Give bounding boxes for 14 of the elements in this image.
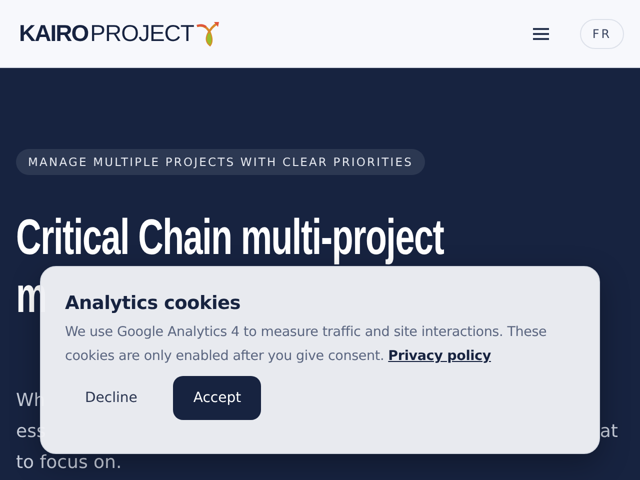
logo-icon	[196, 20, 220, 46]
logo-text[interactable]: PROJECT	[90, 20, 194, 47]
logo-text[interactable]: KAIRO	[19, 20, 88, 47]
privacy-link[interactable]: Privacy policy	[388, 348, 491, 364]
dialog-title: Analytics cookies	[65, 293, 242, 314]
menu-icon[interactable]	[533, 26, 549, 40]
language-button[interactable]: FR	[580, 18, 624, 48]
hero-text: at	[600, 420, 618, 444]
tagline-badge: MANAGE MULTIPLE PROJECTS WITH CLEAR PRIORITIES	[16, 149, 426, 175]
decline-button[interactable]: Decline	[65, 376, 158, 420]
hero-title: Critical Chain multi-project	[16, 208, 444, 266]
accept-button[interactable]: Accept	[173, 376, 262, 420]
hero-text: to focus on.	[16, 451, 122, 475]
dialog-text: We use Google Analytics 4 to measure traffic and site interactions. These cookies are only enabled after you give consent. Privacy policy	[65, 323, 548, 366]
